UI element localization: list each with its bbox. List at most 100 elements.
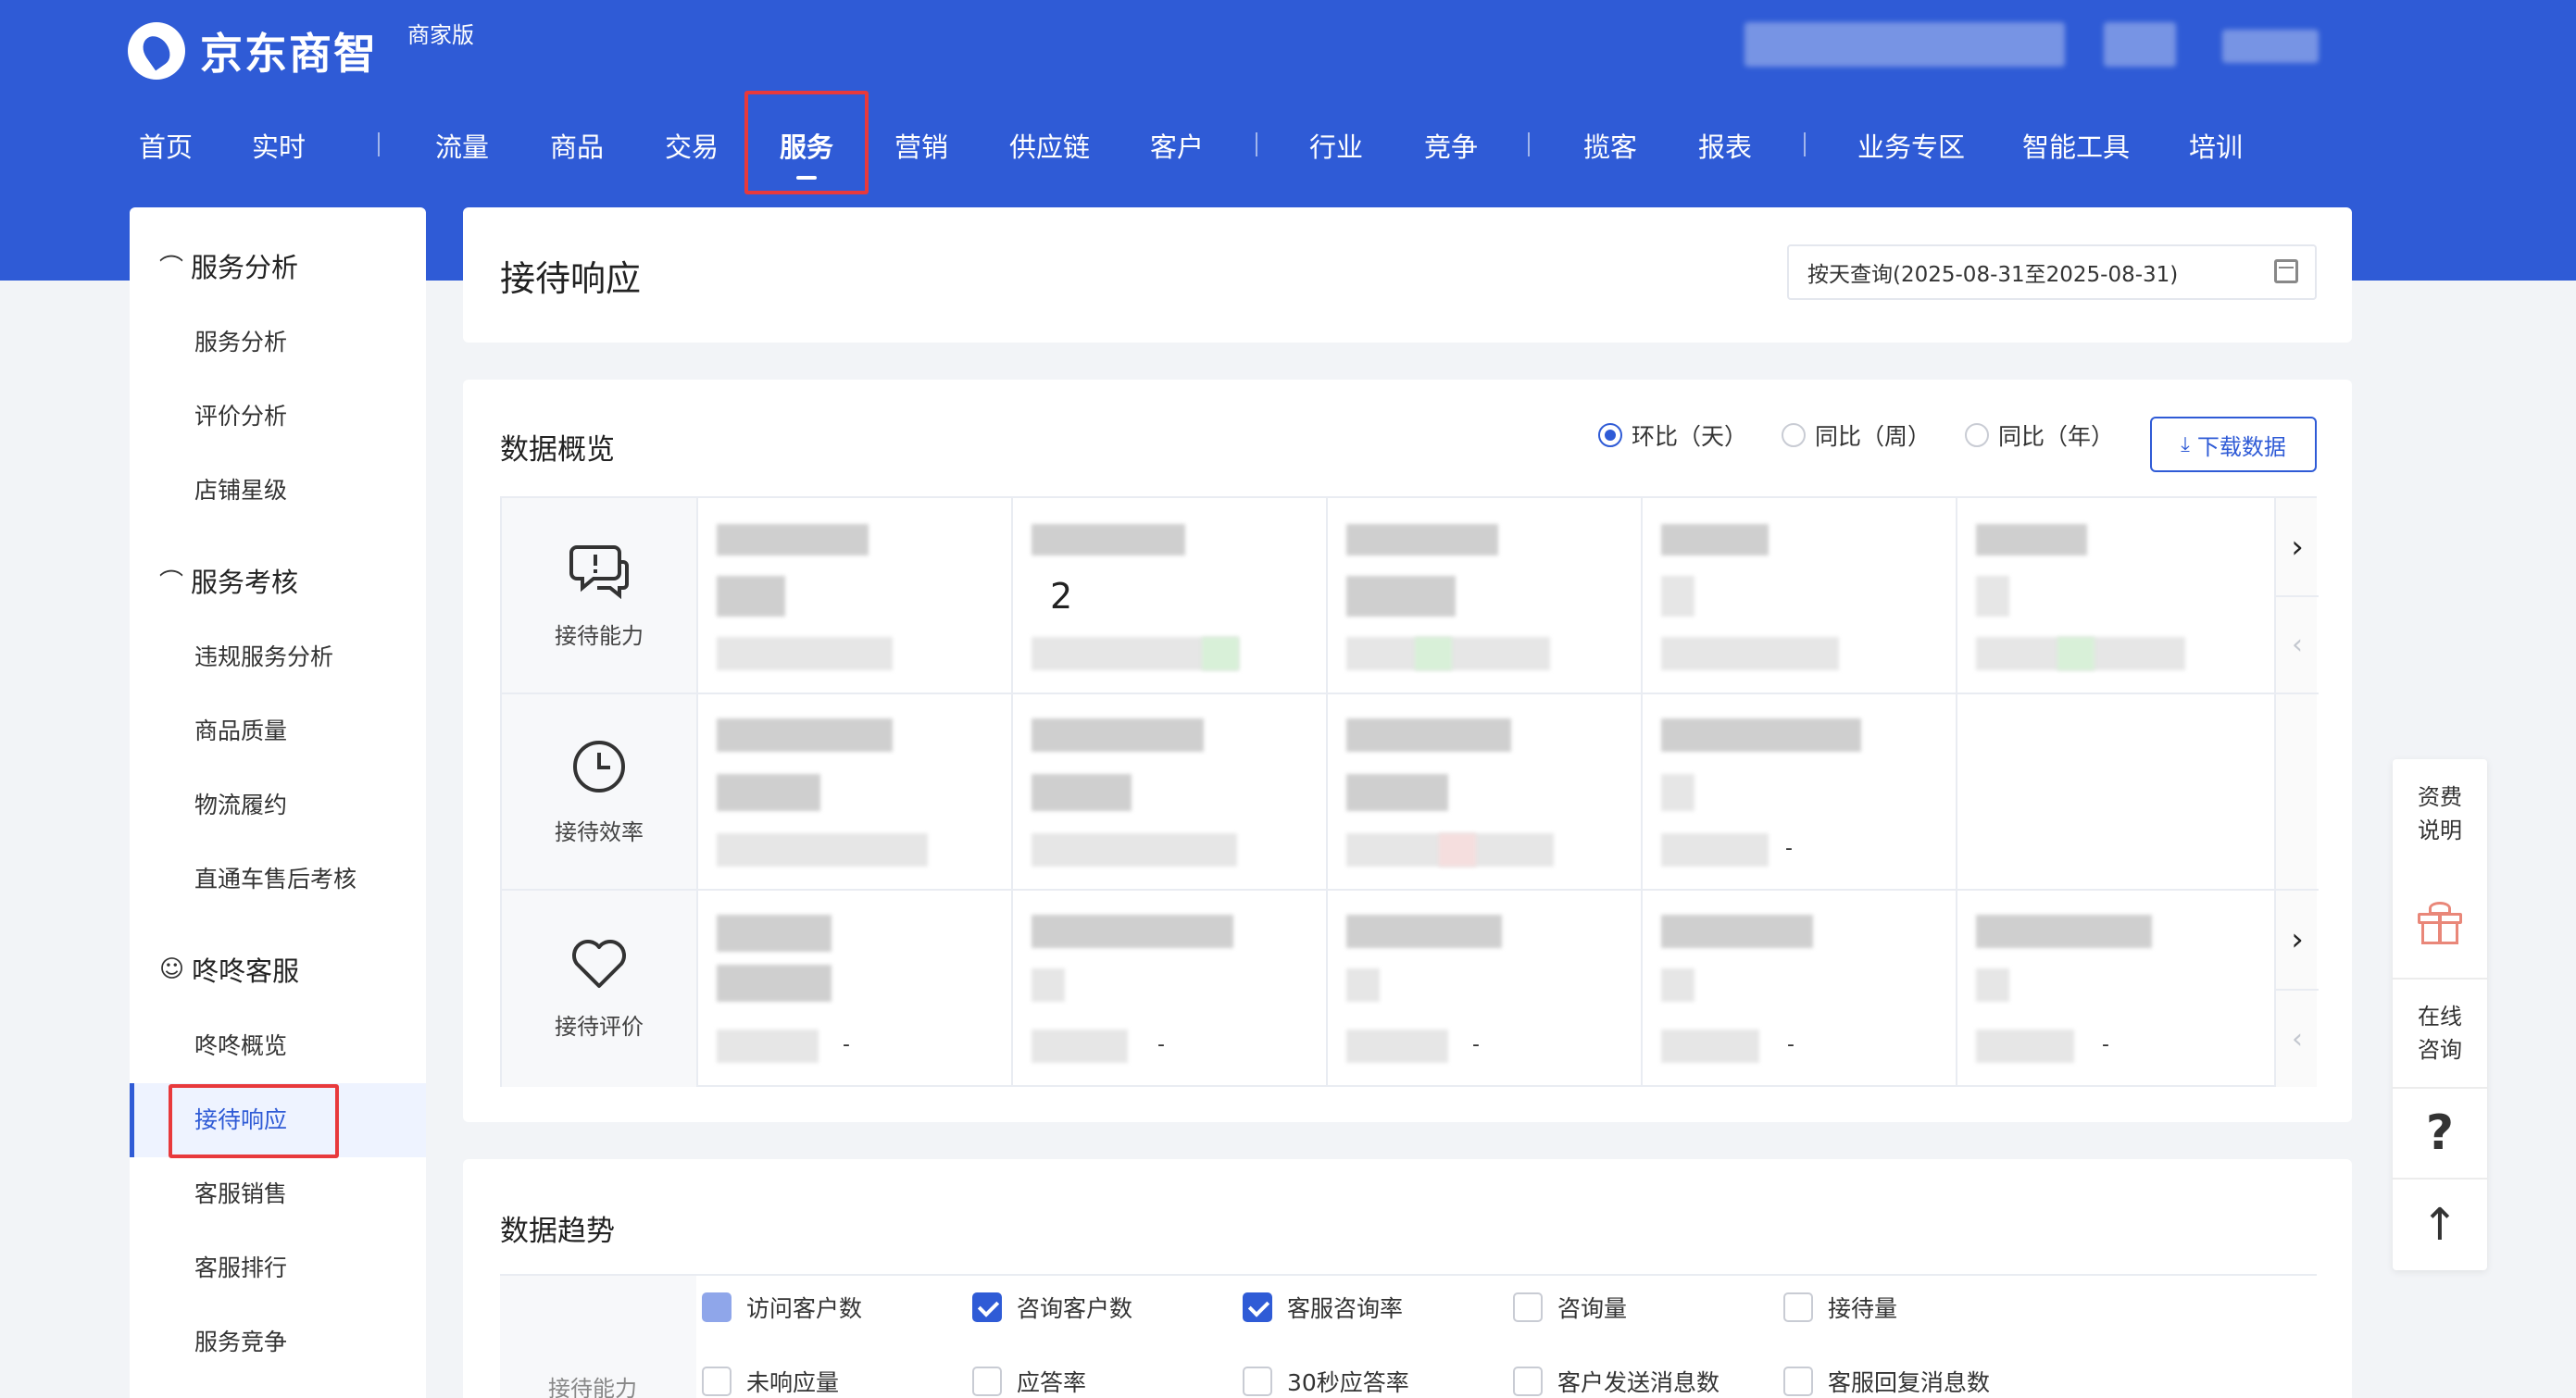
nav-item-5[interactable]: 交易 bbox=[665, 126, 719, 165]
sidebar-item[interactable]: 物流履约 bbox=[194, 787, 287, 820]
nav-item-1[interactable]: 实时 bbox=[252, 126, 306, 165]
sidebar-item[interactable]: 商品质量 bbox=[194, 713, 287, 746]
sidebar-item[interactable]: 违规服务分析 bbox=[194, 639, 333, 672]
radio-label: 同比（年） bbox=[1998, 423, 2115, 450]
metric-value-blurred bbox=[1661, 576, 1694, 617]
metric-value-blurred bbox=[1346, 576, 1456, 617]
next-arrow-icon[interactable]: › bbox=[2276, 891, 2319, 989]
nav-item-14[interactable]: 揽客 bbox=[1583, 126, 1637, 165]
row1-scroll-column: › ‹ bbox=[2274, 498, 2319, 693]
nav-item-11[interactable]: 行业 bbox=[1309, 126, 1363, 165]
logo-text: 京东商智 bbox=[200, 29, 378, 79]
fee-explanation-button[interactable]: 资费 说明 bbox=[2393, 759, 2487, 868]
nav-separator bbox=[1528, 132, 1530, 156]
nav-item-17[interactable]: 业务专区 bbox=[1857, 126, 1965, 165]
metric-name-blurred bbox=[1346, 915, 1502, 948]
metric-checkbox[interactable]: 咨询量 bbox=[1513, 1291, 1627, 1324]
sidebar-item[interactable]: 客服销售 bbox=[194, 1176, 287, 1209]
prev-arrow-icon[interactable]: ‹ bbox=[2276, 989, 2319, 1087]
checkbox-label: 咨询量 bbox=[1557, 1295, 1628, 1322]
account-extra-blurred bbox=[2104, 22, 2176, 67]
metric-checkbox[interactable]: 客户发送消息数 bbox=[1513, 1365, 1719, 1398]
checkbox-box bbox=[702, 1292, 732, 1322]
metric-value: 2 bbox=[1050, 576, 1073, 617]
metric-name-blurred bbox=[1976, 524, 2087, 555]
metric-value-blurred bbox=[717, 965, 832, 1002]
row-label-text: 接待评价 bbox=[555, 1013, 644, 1040]
sidebar-item[interactable]: 评价分析 bbox=[194, 398, 287, 431]
sidebar-item[interactable]: 服务竞争 bbox=[194, 1324, 287, 1357]
metric-compare-blurred bbox=[1661, 637, 1839, 670]
metric-name-blurred bbox=[1346, 524, 1498, 555]
back-to-top-icon[interactable]: ↑ bbox=[2393, 1180, 2487, 1270]
account-name-blurred[interactable] bbox=[2222, 30, 2319, 63]
nav-item-9[interactable]: 客户 bbox=[1150, 126, 1204, 165]
date-picker-value: 按天查询(2025-08-31至2025-08-31) bbox=[1807, 263, 2179, 287]
metric-trend-blurred bbox=[1439, 833, 1476, 867]
download-data-button[interactable]: ⤓ 下载数据 bbox=[2150, 417, 2317, 472]
radio-button bbox=[1965, 423, 1989, 447]
metric-checkbox[interactable]: 应答率 bbox=[972, 1365, 1086, 1398]
row3-scroll-column: › ‹ bbox=[2274, 891, 2319, 1087]
row-label-text: 接待效率 bbox=[555, 818, 644, 845]
checkbox-label: 30秒应答率 bbox=[1287, 1369, 1409, 1396]
metric-compare-blurred bbox=[1661, 833, 1769, 867]
nav-item-7[interactable]: 营销 bbox=[894, 126, 948, 165]
nav-item-0[interactable]: 首页 bbox=[139, 126, 193, 165]
checkbox-box bbox=[1513, 1367, 1543, 1396]
sidebar-item[interactable]: 店铺星级 bbox=[194, 472, 287, 506]
download-label: 下载数据 bbox=[2196, 433, 2286, 460]
radio-yoy-week[interactable]: 同比（周） bbox=[1782, 418, 1931, 452]
prev-arrow-icon[interactable]: ‹ bbox=[2276, 595, 2319, 693]
metric-value-blurred bbox=[1032, 968, 1065, 1002]
nav-item-19[interactable]: 培训 bbox=[2189, 126, 2243, 165]
clock-icon bbox=[573, 740, 625, 793]
sidebar-item[interactable]: 咚咚概览 bbox=[194, 1028, 287, 1061]
online-consult-button[interactable]: 在线 咨询 bbox=[2393, 980, 2487, 1087]
row-reception-capacity: 接待能力 bbox=[502, 498, 698, 693]
sidebar-group-0[interactable]: ⌒ 服务分析 bbox=[159, 246, 298, 285]
radio-chain-day[interactable]: 环比（天） bbox=[1598, 418, 1747, 452]
metric-checkbox[interactable]: 客服回复消息数 bbox=[1783, 1365, 1990, 1398]
metric-checkbox[interactable]: 接待量 bbox=[1783, 1291, 1897, 1324]
metric-checkbox[interactable]: 30秒应答率 bbox=[1243, 1365, 1409, 1398]
nav-separator bbox=[1256, 132, 1257, 156]
metric-value-blurred bbox=[1976, 576, 2009, 617]
metric-value-blurred bbox=[717, 576, 785, 617]
metric-value-blurred bbox=[1346, 774, 1448, 811]
nav-item-3[interactable]: 流量 bbox=[435, 126, 489, 165]
metric-compare-blurred bbox=[1346, 1030, 1448, 1063]
sidebar-item[interactable]: 客服排行 bbox=[194, 1250, 287, 1283]
radio-yoy-year[interactable]: 同比（年） bbox=[1965, 418, 2114, 452]
date-picker[interactable]: 按天查询(2025-08-31至2025-08-31) bbox=[1787, 244, 2317, 300]
metric-checkbox[interactable]: 客服咨询率 bbox=[1243, 1291, 1403, 1324]
sidebar-highlight-box bbox=[169, 1084, 339, 1158]
nav-item-15[interactable]: 报表 bbox=[1698, 126, 1752, 165]
nav-item-4[interactable]: 商品 bbox=[550, 126, 604, 165]
metric-name-blurred bbox=[1661, 524, 1769, 555]
sidebar-item[interactable]: 直通车售后考核 bbox=[194, 861, 356, 894]
metric-checkbox[interactable]: 未响应量 bbox=[702, 1365, 839, 1398]
nav-item-18[interactable]: 智能工具 bbox=[2022, 126, 2130, 165]
metric-name-blurred bbox=[1346, 718, 1511, 752]
gift-button[interactable] bbox=[2393, 868, 2487, 978]
sidebar-group-1[interactable]: ⌒ 服务考核 bbox=[159, 561, 298, 600]
sidebar-item[interactable]: 服务分析 bbox=[194, 324, 287, 357]
app-logo[interactable]: 京东商智 bbox=[128, 20, 378, 81]
checkbox-box bbox=[702, 1367, 732, 1396]
metric-checkbox[interactable]: 咨询客户数 bbox=[972, 1291, 1132, 1324]
metric-compare-blurred bbox=[717, 833, 928, 867]
metric-compare-blurred bbox=[717, 637, 893, 670]
metric-checkbox[interactable]: 访问客户数 bbox=[702, 1291, 862, 1324]
nav-item-12[interactable]: 竞争 bbox=[1424, 126, 1478, 165]
checkbox-label: 访问客户数 bbox=[746, 1295, 863, 1322]
checkbox-label: 应答率 bbox=[1017, 1369, 1087, 1396]
next-arrow-icon[interactable]: › bbox=[2276, 498, 2319, 595]
help-icon[interactable]: ? bbox=[2393, 1089, 2487, 1178]
nav-item-8[interactable]: 供应链 bbox=[1009, 126, 1090, 165]
metric-name-blurred bbox=[1661, 915, 1813, 948]
chat-bubble-icon bbox=[569, 544, 629, 599]
metric-value-blurred bbox=[1346, 968, 1380, 1002]
sidebar-group-2[interactable]: ☺ 咚咚客服 bbox=[159, 950, 299, 989]
metric-dash: - bbox=[1472, 1033, 1480, 1056]
